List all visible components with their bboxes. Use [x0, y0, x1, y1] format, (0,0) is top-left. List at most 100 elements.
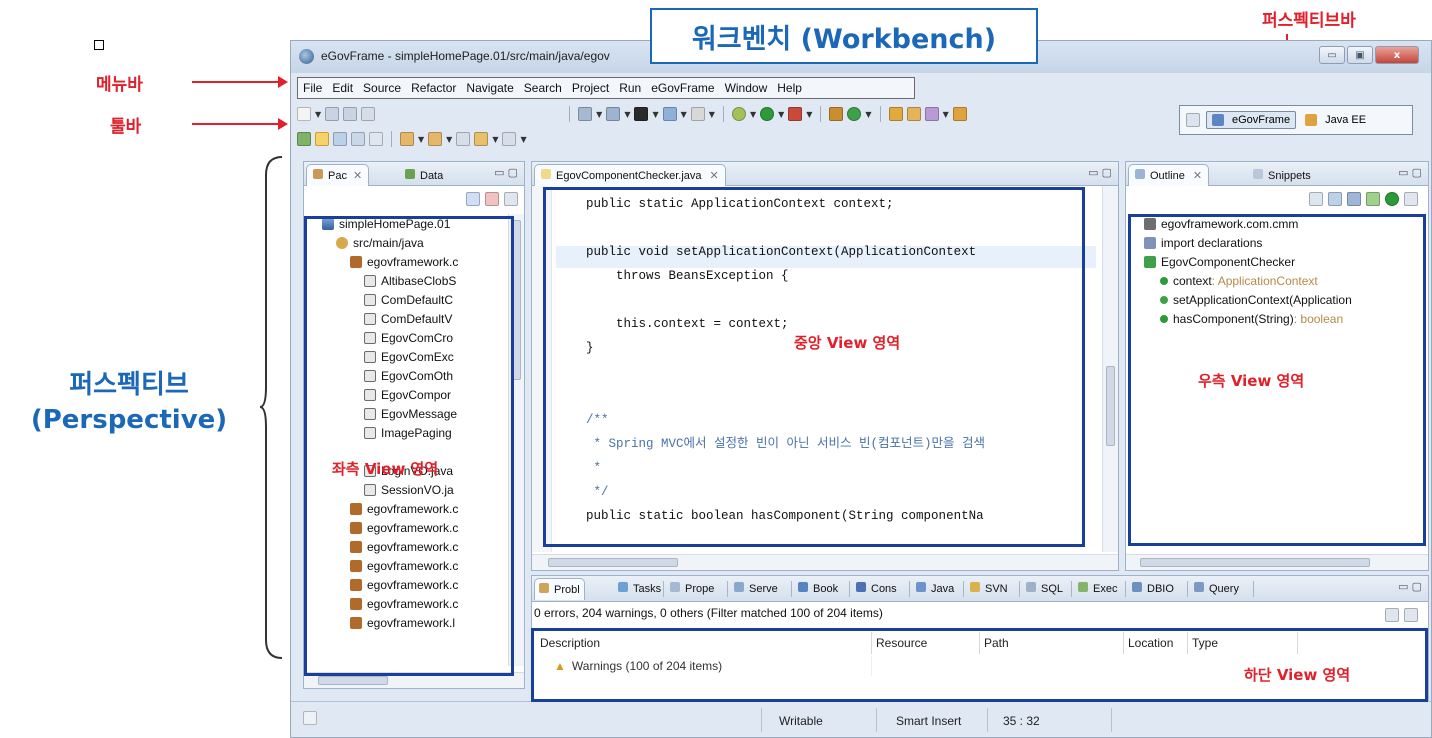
tab-probl[interactable]: Probl: [534, 578, 585, 600]
forward-icon[interactable]: [502, 132, 517, 146]
outline-item[interactable]: context : ApplicationContext: [1144, 271, 1426, 290]
run-dropdown-icon[interactable]: ▼: [778, 110, 784, 119]
hide-nonpublic-icon[interactable]: [1366, 192, 1380, 206]
editor-hscroll-thumb[interactable]: [548, 558, 678, 567]
minimize-button[interactable]: ▭: [1319, 46, 1345, 64]
tree-item[interactable]: egovframework.c: [322, 594, 504, 613]
column-location[interactable]: Location: [1124, 632, 1188, 654]
package-icon[interactable]: [829, 107, 844, 121]
outline-hscroll-thumb[interactable]: [1140, 558, 1370, 567]
left-horizontal-scrollbar[interactable]: [304, 672, 524, 688]
run-icon[interactable]: [760, 107, 775, 121]
tab-snippets[interactable]: Snippets: [1246, 164, 1318, 186]
menu-item-refactor[interactable]: Refactor: [406, 81, 461, 95]
editor-min-max-controls[interactable]: ▭ ▢: [1088, 166, 1112, 179]
edit-icon[interactable]: [662, 107, 677, 121]
hide-fields-icon[interactable]: [1328, 192, 1342, 206]
tab-package-explorer[interactable]: Pac ✕: [306, 164, 370, 186]
editor-scroll-thumb[interactable]: [1106, 366, 1115, 446]
tab-java[interactable]: Java: [912, 578, 958, 600]
collapse-all-icon[interactable]: [466, 192, 480, 206]
external-tools-icon[interactable]: [788, 107, 803, 121]
command-dropdown-icon[interactable]: ▼: [709, 110, 715, 119]
open-type-icon[interactable]: [888, 107, 903, 121]
table-row[interactable]: ▲ Warnings (100 of 204 items): [536, 656, 872, 676]
column-path[interactable]: Path: [980, 632, 1124, 654]
menu-item-egovframe[interactable]: eGovFrame: [646, 81, 719, 95]
tree-item[interactable]: EgovComExc: [322, 347, 504, 366]
pin-icon[interactable]: [297, 132, 311, 146]
tab-cons[interactable]: Cons: [852, 578, 901, 600]
tab-sql[interactable]: SQL: [1022, 578, 1067, 600]
toggle-mark-icon[interactable]: [315, 132, 329, 146]
tree-item[interactable]: egovframework.c: [322, 499, 504, 518]
next-annotation-icon[interactable]: [400, 132, 414, 146]
column-type[interactable]: Type: [1188, 632, 1298, 654]
perspective-egovframe[interactable]: eGovFrame: [1206, 111, 1297, 129]
outline-item[interactable]: import declarations: [1144, 233, 1426, 252]
new-icon[interactable]: [297, 107, 311, 121]
server-dropdown-icon[interactable]: ▼: [596, 110, 602, 119]
hide-static-icon[interactable]: [1347, 192, 1361, 206]
tree-item[interactable]: EgovComOth: [322, 366, 504, 385]
tree-item[interactable]: ComDefaultC: [322, 290, 504, 309]
tree-item[interactable]: simpleHomePage.01: [322, 214, 504, 233]
link-editor-icon[interactable]: [485, 192, 499, 206]
show-whitespace-icon[interactable]: [369, 132, 383, 146]
left-vertical-scrollbar[interactable]: [508, 214, 524, 666]
tab-dbio[interactable]: DBIO: [1128, 578, 1178, 600]
menu-item-project[interactable]: Project: [567, 81, 614, 95]
menu-item-edit[interactable]: Edit: [327, 81, 358, 95]
back-icon[interactable]: [474, 132, 489, 146]
tree-item[interactable]: ComDefaultV: [322, 309, 504, 328]
column-resource[interactable]: Resource: [872, 632, 980, 654]
tree-item[interactable]: egovframework.c: [322, 537, 504, 556]
tree-item[interactable]: egovframework.c: [322, 518, 504, 537]
right-min-max-controls[interactable]: ▭ ▢: [1398, 166, 1422, 179]
terminal-icon[interactable]: [634, 107, 649, 121]
command-icon[interactable]: [690, 107, 705, 121]
close-button[interactable]: x: [1375, 46, 1419, 64]
search-tool-icon[interactable]: [924, 107, 939, 121]
perspective-javaee[interactable]: Java EE: [1302, 112, 1369, 128]
tab-tasks[interactable]: Tasks: [614, 578, 665, 600]
terminal-dropdown-icon[interactable]: ▼: [652, 110, 658, 119]
problems-view-menu-icon[interactable]: [1404, 608, 1418, 622]
menu-item-window[interactable]: Window: [720, 81, 773, 95]
tree-item[interactable]: egovframework.c: [322, 575, 504, 594]
tab-data[interactable]: Data: [398, 164, 450, 186]
outline-view-menu-icon[interactable]: [1404, 192, 1418, 206]
tree-item[interactable]: SessionVO.ja: [322, 480, 504, 499]
back-dropdown-icon[interactable]: ▼: [492, 135, 498, 144]
left-scroll-thumb[interactable]: [512, 220, 521, 380]
forward-dropdown-icon[interactable]: ▼: [520, 135, 526, 144]
search-tool-dropdown-icon[interactable]: ▼: [943, 110, 949, 119]
tab-serve[interactable]: Serve: [730, 578, 782, 600]
outline-item[interactable]: EgovComponentChecker: [1144, 252, 1426, 271]
tree-item[interactable]: EgovMessage: [322, 404, 504, 423]
tab-prope[interactable]: Prope: [666, 578, 718, 600]
tree-item[interactable]: EgovComCro: [322, 328, 504, 347]
class-dropdown-icon[interactable]: ▼: [865, 110, 871, 119]
view-min-max-controls[interactable]: ▭ ▢: [494, 166, 518, 179]
hide-local-types-icon[interactable]: [1385, 192, 1399, 206]
menu-item-run[interactable]: Run: [614, 81, 646, 95]
tree-item[interactable]: egovframework.c: [322, 252, 504, 271]
new-dropdown-icon[interactable]: ▼: [315, 110, 321, 119]
last-edit-icon[interactable]: [456, 132, 471, 146]
deploy-icon[interactable]: [606, 107, 621, 121]
server-icon[interactable]: [578, 107, 593, 121]
outline-item[interactable]: egovframework.com.cmm: [1144, 214, 1426, 233]
block-select-icon[interactable]: [351, 132, 365, 146]
highlight-icon[interactable]: [333, 132, 347, 146]
next-annotation-dropdown-icon[interactable]: ▼: [418, 135, 424, 144]
external-tools-dropdown-icon[interactable]: ▼: [806, 110, 812, 119]
menu-item-navigate[interactable]: Navigate: [461, 81, 518, 95]
tree-item[interactable]: ImagePaging: [322, 423, 504, 442]
sort-icon[interactable]: [1309, 192, 1323, 206]
tree-item[interactable]: AltibaseClobS: [322, 271, 504, 290]
prev-annotation-dropdown-icon[interactable]: ▼: [446, 135, 452, 144]
save-icon[interactable]: [325, 107, 340, 121]
code-editor[interactable]: public static ApplicationContext context…: [556, 192, 985, 600]
class-icon[interactable]: [847, 107, 862, 121]
